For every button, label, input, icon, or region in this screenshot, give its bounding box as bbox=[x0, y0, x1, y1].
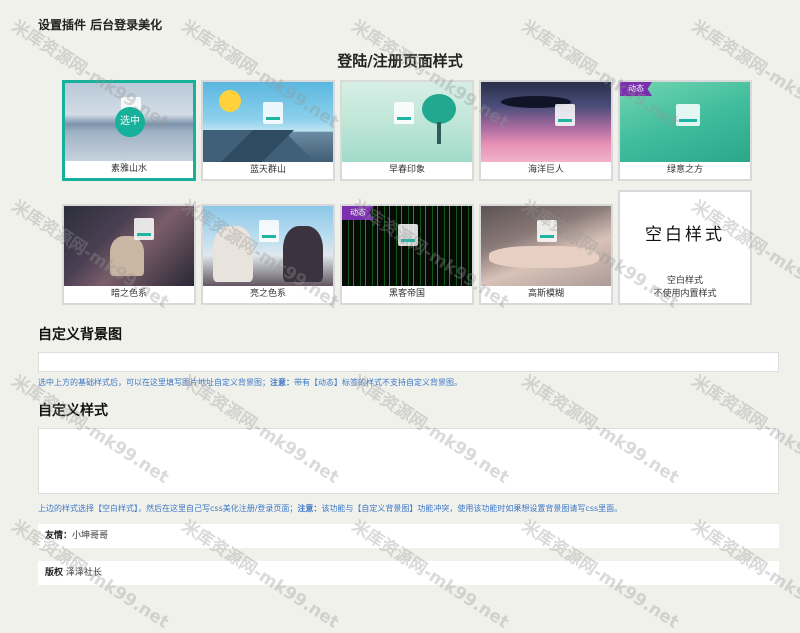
style-card-label: 早春印象 bbox=[342, 162, 472, 179]
blank-style-label: 空白样式 bbox=[666, 276, 703, 286]
style-card-lvyi[interactable]: 动态 绿意之方 bbox=[618, 80, 752, 181]
custom-background-input[interactable] bbox=[38, 352, 779, 372]
friend-link[interactable]: 小坤哥哥 bbox=[72, 531, 108, 541]
style-thumbnail bbox=[203, 206, 333, 288]
hint-note: 注意： bbox=[270, 378, 294, 387]
custom-style-hint: 上边的样式选择【空白样式】，然后在这里自己写css美化注册/登录页面；注意：该功… bbox=[38, 503, 622, 514]
style-card-label: 黑客帝国 bbox=[342, 286, 472, 303]
hint-note: 注意： bbox=[297, 504, 322, 513]
style-card-label: 素雅山水 bbox=[65, 161, 193, 178]
custom-style-textarea[interactable] bbox=[38, 428, 779, 494]
style-card-blank[interactable]: 空白样式 空白样式 不使用内置样式 bbox=[618, 190, 752, 305]
login-form-icon bbox=[676, 104, 700, 126]
style-card-matrix[interactable]: 动态 黑客帝国 bbox=[340, 204, 474, 305]
friend-links-label: 友情： bbox=[45, 531, 73, 541]
style-card-label: 绿意之方 bbox=[620, 162, 750, 179]
style-card-haiyang[interactable]: 海洋巨人 bbox=[479, 80, 613, 181]
blank-style-sublabel: 不使用内置样式 bbox=[653, 289, 717, 299]
copyright-box: 版权 泽泽社长 bbox=[38, 561, 779, 585]
style-card-gauss[interactable]: 高斯模糊 bbox=[479, 204, 613, 305]
style-thumbnail bbox=[481, 82, 611, 164]
login-form-icon bbox=[259, 220, 279, 242]
style-thumbnail: 选中 bbox=[65, 83, 193, 162]
selected-indicator: 选中 bbox=[115, 107, 145, 137]
style-card-label: 空白样式 不使用内置样式 bbox=[620, 273, 750, 303]
login-form-icon bbox=[134, 218, 154, 240]
copyright-label: 版权 bbox=[45, 568, 64, 578]
style-card-zaochun[interactable]: 早春印象 bbox=[340, 80, 474, 181]
page-title: 设置插件 后台登录美化 bbox=[38, 18, 163, 32]
login-form-icon bbox=[263, 102, 283, 124]
hint-text: 该功能与【自定义背景图】功能冲突，使用该功能时如果想设置背景图请写css里面。 bbox=[321, 504, 623, 513]
custom-style-heading: 自定义样式 bbox=[38, 403, 108, 419]
style-card-lantian[interactable]: 蓝天群山 bbox=[201, 80, 335, 181]
character-icon bbox=[283, 226, 323, 282]
style-card-suya[interactable]: 选中 素雅山水 bbox=[62, 80, 196, 181]
character-icon bbox=[110, 236, 144, 276]
blank-style-art: 空白样式 bbox=[645, 225, 725, 245]
login-form-icon bbox=[398, 224, 418, 246]
mountains-icon bbox=[203, 130, 333, 164]
character-icon bbox=[213, 226, 253, 282]
hint-text: 带有【动态】标签的样式不支持自定义背景图。 bbox=[294, 378, 462, 387]
copyright-value: 泽泽社长 bbox=[65, 568, 102, 578]
tree-icon bbox=[422, 94, 456, 124]
style-card-label: 高斯模糊 bbox=[481, 286, 611, 303]
style-thumbnail bbox=[342, 82, 472, 164]
friend-links-box: 友情：小坤哥哥 bbox=[38, 524, 779, 548]
style-thumbnail bbox=[203, 82, 333, 164]
dynamic-badge: 动态 bbox=[620, 82, 652, 96]
custom-background-heading: 自定义背景图 bbox=[38, 327, 122, 343]
hint-text: 上边的样式选择【空白样式】，然后在这里自己写css美化注册/登录页面； bbox=[38, 504, 298, 513]
dynamic-badge: 动态 bbox=[342, 206, 374, 220]
style-card-liang[interactable]: 亮之色系 bbox=[201, 204, 335, 305]
hint-text: 选中上方的基础样式后，可以在这里填写图片地址自定义背景图； bbox=[38, 378, 270, 387]
tree-trunk bbox=[437, 122, 441, 144]
style-card-label: 亮之色系 bbox=[203, 286, 333, 303]
login-form-icon bbox=[537, 220, 557, 242]
sun-icon bbox=[219, 90, 241, 112]
custom-background-hint: 选中上方的基础样式后，可以在这里填写图片地址自定义背景图；注意：带有【动态】标签… bbox=[38, 377, 462, 388]
style-thumbnail: 动态 bbox=[620, 82, 750, 164]
login-form-icon bbox=[394, 102, 414, 124]
login-form-icon bbox=[555, 104, 575, 126]
style-thumbnail bbox=[481, 206, 611, 288]
style-card-label: 暗之色系 bbox=[64, 286, 194, 303]
style-card-an[interactable]: 暗之色系 bbox=[62, 204, 196, 305]
login-styles-heading: 登陆/注册页面样式 bbox=[337, 52, 463, 70]
style-thumbnail: 动态 bbox=[342, 206, 472, 288]
style-thumbnail bbox=[64, 206, 194, 288]
style-card-label: 蓝天群山 bbox=[203, 162, 333, 179]
style-card-label: 海洋巨人 bbox=[481, 162, 611, 179]
figure-icon bbox=[489, 246, 599, 268]
